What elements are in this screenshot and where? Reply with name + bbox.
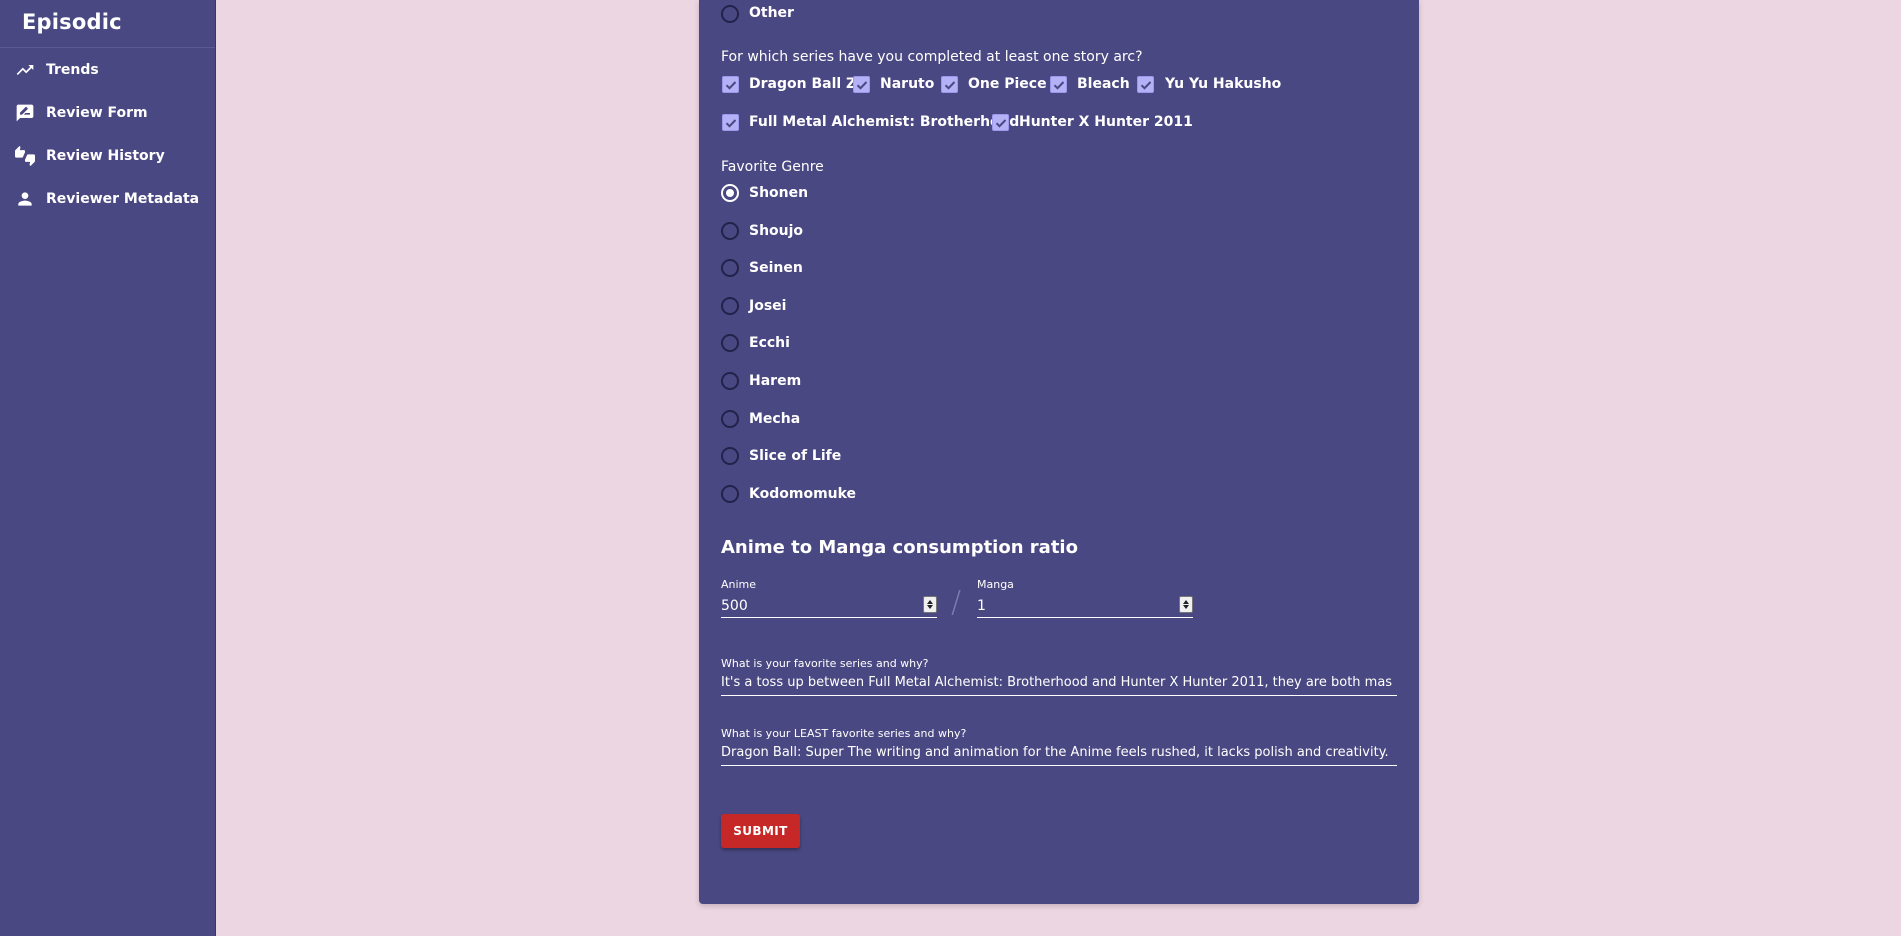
check-icon [1053,81,1065,90]
radio-label: Slice of Life [749,448,842,464]
check-icon [995,119,1007,128]
favorite-value: It's a toss up between Full Metal Alchem… [721,675,1393,690]
thumbs-up-down-icon [14,145,36,167]
radio-label: Josei [749,298,787,314]
anime-label: Anime [721,578,757,591]
check-icon [1140,81,1152,90]
favorite-label: What is your favorite series and why? [721,657,929,670]
checkbox-label: Dragon Ball Z [749,76,857,92]
sidebar: Episodic Trends Review Form Review Histo… [0,0,216,936]
checkbox-naruto[interactable] [853,76,870,93]
check-icon [725,81,737,90]
check-icon [725,119,737,128]
sidebar-item-review-form[interactable]: Review Form [0,91,215,134]
submit-button[interactable]: SUBMIT [721,814,800,848]
checkbox-label: Naruto [880,76,935,92]
anime-spinner[interactable] [923,596,937,613]
manga-spinner[interactable] [1179,596,1193,613]
radio-label: Harem [749,373,802,389]
sidebar-item-label: Reviewer Metadata [46,190,200,207]
sidebar-item-review-history[interactable]: Review History [0,134,215,177]
sidebar-item-label: Trends [46,61,99,78]
manga-input[interactable]: 1 [977,594,1193,618]
radio-slice-of-life[interactable] [721,447,739,465]
ratio-section-title: Anime to Manga consumption ratio [721,537,1078,558]
ratio-separator: / [951,585,962,620]
trending-up-icon [14,59,36,81]
checkbox-dragon-ball-z[interactable] [722,76,739,93]
radio-kodomomuke[interactable] [721,485,739,503]
least-favorite-value: Dragon Ball: Super The writing and anima… [721,745,1389,760]
anime-value: 500 [721,598,748,614]
app-title: Episodic [0,0,215,48]
review-form-card: Other For which series have you complete… [699,0,1419,904]
radio-shoujo[interactable] [721,222,739,240]
checkbox-label: Full Metal Alchemist: Brotherhood [749,114,1020,130]
radio-ecchi[interactable] [721,334,739,352]
sidebar-item-label: Review History [46,147,165,164]
radio-josei[interactable] [721,297,739,315]
radio-label: Ecchi [749,335,790,351]
checkbox-label: Yu Yu Hakusho [1165,76,1282,92]
radio-other[interactable] [721,5,739,23]
least-favorite-input[interactable]: Dragon Ball: Super The writing and anima… [721,742,1397,766]
manga-value: 1 [977,598,986,614]
favorite-input[interactable]: It's a toss up between Full Metal Alchem… [721,672,1397,696]
check-icon [944,81,956,90]
sidebar-item-trends[interactable]: Trends [0,48,215,91]
radio-label: Shonen [749,185,809,201]
radio-label: Kodomomuke [749,486,857,502]
checkbox-bleach[interactable] [1050,76,1067,93]
radio-shonen[interactable] [721,184,739,202]
checkbox-label: One Piece [968,76,1047,92]
rate-review-icon [14,102,36,124]
sidebar-item-reviewer-metadata[interactable]: Reviewer Metadata [0,177,215,220]
checkbox-label: Hunter X Hunter 2011 [1019,114,1193,130]
checkbox-hunter-x-hunter[interactable] [992,114,1009,131]
manga-label: Manga [977,578,1014,591]
checkbox-one-piece[interactable] [941,76,958,93]
radio-label: Shoujo [749,223,804,239]
radio-seinen[interactable] [721,259,739,277]
arc-question: For which series have you completed at l… [721,49,1143,65]
person-icon [14,188,36,210]
sidebar-item-label: Review Form [46,104,148,121]
radio-mecha[interactable] [721,410,739,428]
radio-harem[interactable] [721,372,739,390]
genre-question: Favorite Genre [721,159,824,175]
checkbox-fma-brotherhood[interactable] [722,114,739,131]
anime-input[interactable]: 500 [721,594,937,618]
radio-label-other: Other [749,5,794,21]
checkbox-label: Bleach [1077,76,1130,92]
radio-label: Mecha [749,411,801,427]
radio-label: Seinen [749,260,803,276]
checkbox-yu-yu-hakusho[interactable] [1137,76,1154,93]
check-icon [856,81,868,90]
least-favorite-label: What is your LEAST favorite series and w… [721,727,967,740]
